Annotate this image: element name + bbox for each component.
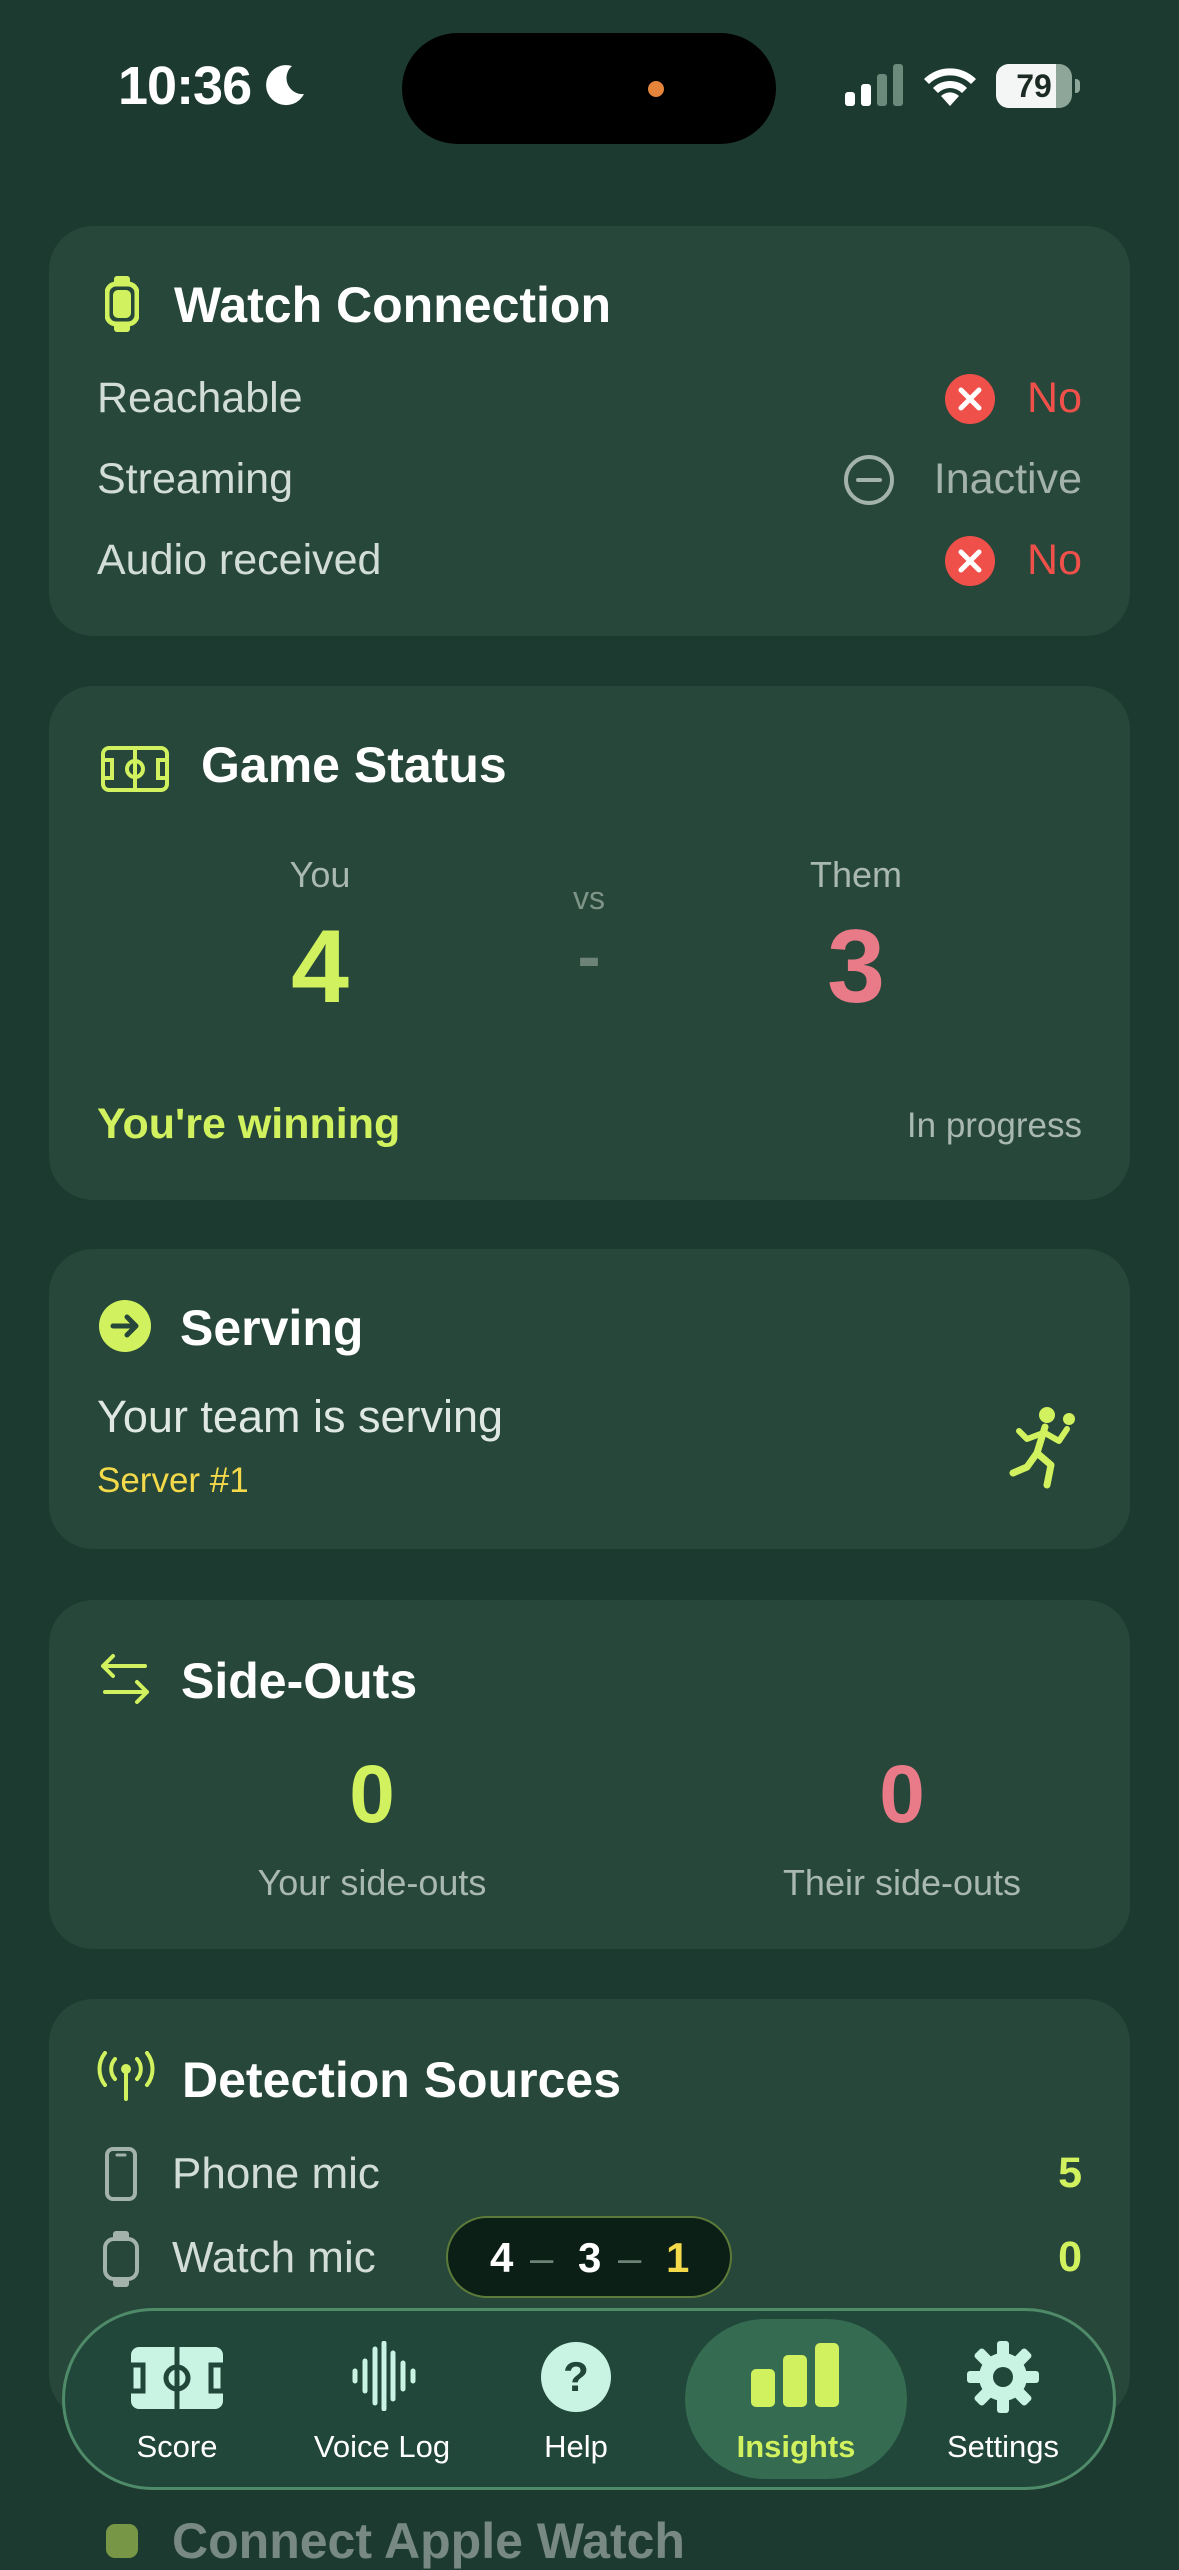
wifi-icon — [924, 68, 976, 106]
watch-icon — [105, 276, 139, 332]
tab-insights[interactable]: Insights — [685, 2319, 907, 2479]
connect-apple-watch-title[interactable]: Connect Apple Watch — [172, 2512, 685, 2570]
you-score: 4 — [291, 909, 349, 1025]
streaming-label: Streaming — [97, 455, 293, 503]
detection-sources-title: Detection Sources — [182, 2052, 622, 2108]
serving-card: Serving Your team is serving Server #1 — [49, 1249, 1130, 1549]
privacy-indicator-dot — [648, 81, 664, 97]
tab-help-label: Help — [544, 2429, 608, 2464]
x-circle-icon — [945, 374, 995, 424]
x-circle-icon — [945, 536, 995, 586]
tab-voice-log[interactable]: Voice Log — [287, 2311, 477, 2487]
dynamic-island — [402, 33, 776, 144]
side-outs-card: Side-Outs 0 Your side-outs 0 Their side-… — [49, 1600, 1130, 1949]
serving-text: Your team is serving — [97, 1391, 504, 1442]
watch-mic-label: Watch mic — [172, 2233, 376, 2282]
side-outs-title: Side-Outs — [181, 1653, 418, 1709]
tab-score-label: Score — [136, 2429, 218, 2464]
your-side-outs-label: Your side-outs — [257, 1862, 487, 1903]
winning-status: You're winning — [97, 1100, 401, 1148]
tab-help[interactable]: ? Help — [511, 2311, 641, 2487]
watch-connection-title: Watch Connection — [174, 277, 612, 333]
watch-connection-card: Watch Connection Reachable No Streaming … — [49, 226, 1130, 636]
phone-mic-label: Phone mic — [172, 2149, 380, 2198]
svg-text:?: ? — [563, 2353, 589, 2400]
pill-server-number: 1 — [666, 2234, 690, 2281]
streaming-value: Inactive — [933, 455, 1082, 503]
arrows-swap-icon — [101, 1654, 149, 1704]
their-side-outs-value: 0 — [879, 1749, 925, 1840]
cellular-signal-icon — [845, 64, 903, 106]
waveform-icon — [352, 2341, 416, 2411]
your-side-outs-value: 0 — [349, 1749, 395, 1840]
them-score: 3 — [827, 909, 885, 1025]
watch-icon — [106, 2524, 138, 2558]
phone-icon — [105, 2147, 137, 2201]
minus-circle-icon — [844, 455, 894, 505]
tab-settings[interactable]: Settings — [923, 2311, 1083, 2487]
game-status-card: Game Status You 4 vs - Them 3 You're win… — [49, 686, 1130, 1200]
help-icon: ? — [541, 2342, 611, 2412]
phone-mic-value: 5 — [1058, 2149, 1082, 2197]
status-bar: 10:36 79 — [0, 0, 1179, 180]
tab-score[interactable]: Score — [87, 2311, 267, 2487]
tab-voice-log-label: Voice Log — [313, 2429, 451, 2464]
serving-title: Serving — [180, 1300, 364, 1356]
them-label: Them — [809, 854, 903, 895]
tab-settings-label: Settings — [946, 2429, 1059, 2464]
moon-icon — [266, 65, 304, 106]
tab-bar: Score Voice Log ? Help Insights Settings — [62, 2308, 1116, 2490]
battery-indicator: 79 — [996, 64, 1080, 108]
pill-them-score: 3 — [578, 2234, 602, 2281]
reachable-value: No — [1027, 374, 1082, 422]
game-state: In progress — [906, 1106, 1082, 1145]
you-label: You — [289, 854, 351, 895]
reachable-label: Reachable — [97, 374, 303, 422]
bar-chart-icon — [751, 2343, 839, 2407]
gear-icon — [967, 2341, 1039, 2413]
score-separator: - — [577, 917, 601, 995]
audio-received-value: No — [1027, 536, 1082, 584]
vs-label: vs — [573, 880, 605, 916]
score-pill[interactable]: 4 – 3 – 1 — [446, 2216, 732, 2298]
court-icon — [131, 2347, 223, 2409]
tab-insights-label: Insights — [736, 2429, 856, 2464]
status-time: 10:36 — [118, 56, 252, 116]
battery-percent: 79 — [1016, 68, 1052, 104]
antenna-icon — [97, 2051, 155, 2101]
server-number: Server #1 — [97, 1461, 249, 1500]
running-figure-icon — [1009, 1407, 1075, 1489]
court-icon — [101, 746, 169, 792]
watch-mic-value: 0 — [1058, 2233, 1082, 2281]
audio-received-label: Audio received — [97, 536, 382, 584]
arrow-right-circle-icon — [99, 1300, 151, 1352]
watch-icon — [103, 2231, 139, 2287]
game-status-title: Game Status — [201, 737, 507, 793]
pill-you-score: 4 — [490, 2234, 514, 2281]
their-side-outs-label: Their side-outs — [782, 1862, 1022, 1903]
